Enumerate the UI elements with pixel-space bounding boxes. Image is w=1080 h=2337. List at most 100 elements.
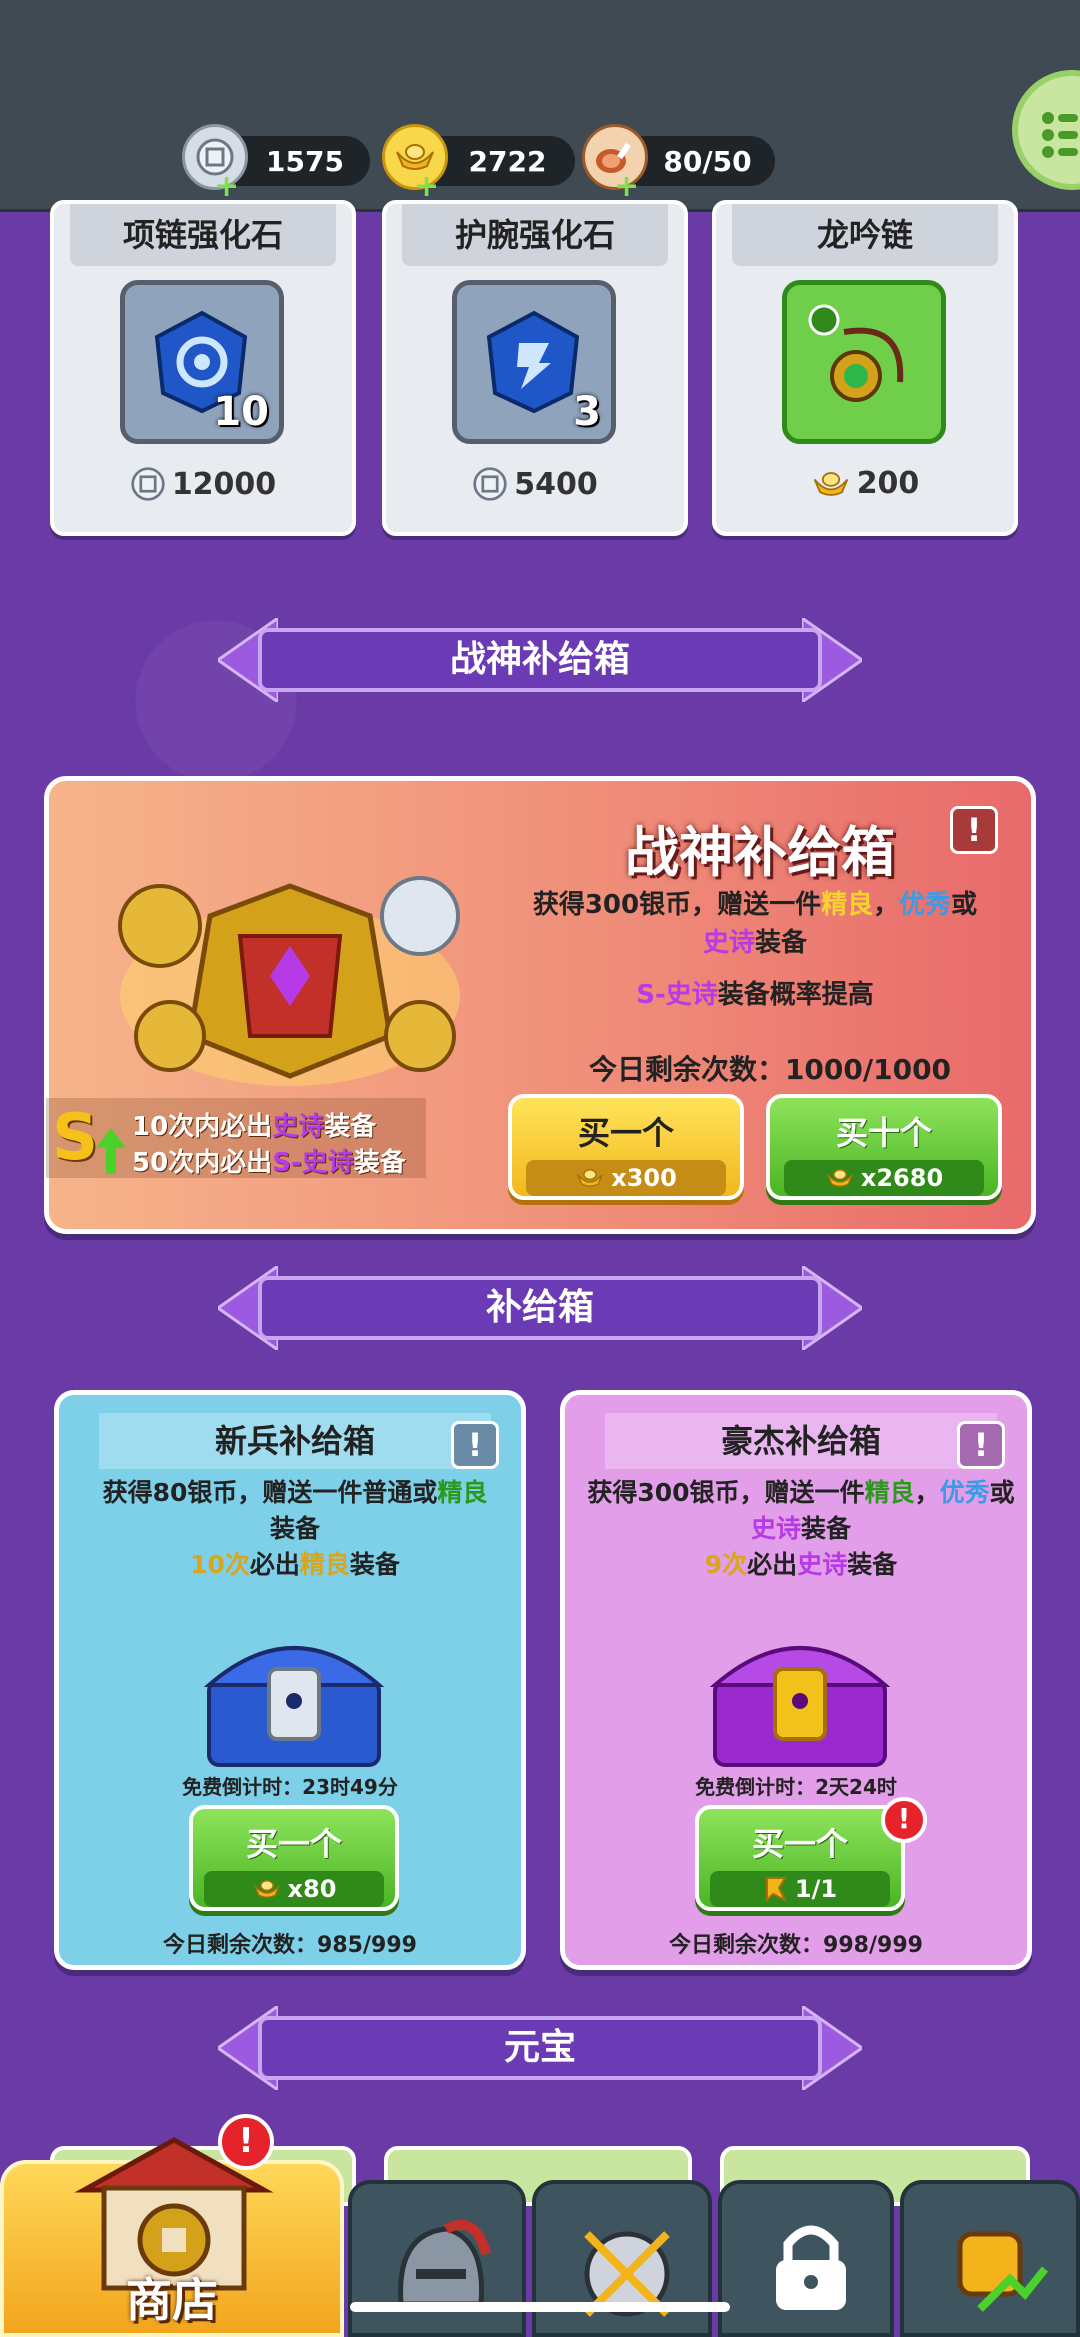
lock-icon xyxy=(776,2225,846,2310)
item-title: 护腕强化石 xyxy=(402,204,668,266)
info-button[interactable]: ! xyxy=(957,1421,1005,1469)
item-count: 10 xyxy=(213,389,269,435)
cost-value: x300 xyxy=(611,1164,677,1192)
section-banner-ingot: 元宝 xyxy=(218,2006,862,2090)
section-title: 战神补给箱 xyxy=(258,628,822,692)
cost-value: x2680 xyxy=(860,1164,944,1192)
free-timer: 免费倒计时：23时49分 xyxy=(182,1775,398,1799)
gold-amount: 2722 xyxy=(468,144,547,178)
nav-hero[interactable] xyxy=(348,2180,526,2337)
guar-hl: 史诗 xyxy=(797,1550,848,1579)
guar-mid: 必出 xyxy=(747,1550,798,1579)
g-text: 10次内必出 xyxy=(132,1112,273,1142)
buy-cost: x80 xyxy=(204,1871,384,1907)
cost-value: 1/1 xyxy=(794,1875,838,1903)
price-value: 200 xyxy=(856,466,920,501)
buy-one-button[interactable]: 买一个 x300 xyxy=(508,1094,744,1200)
guar-post: 装备 xyxy=(349,1550,400,1579)
cost-value: x80 xyxy=(287,1875,337,1903)
sup-title: 豪杰补给箱 xyxy=(605,1413,997,1469)
add-gold-button[interactable]: + xyxy=(414,172,439,202)
silver-coin-icon xyxy=(473,467,507,501)
rarity-epic: 史诗 xyxy=(702,928,755,958)
item-title: 项链强化石 xyxy=(70,204,336,266)
item-card-bracer-stone[interactable]: 护腕强化石 3 5400 xyxy=(382,200,688,536)
info-button[interactable]: ! xyxy=(950,806,998,854)
free-timer: 免费倒计时：2天24时 xyxy=(695,1775,897,1799)
item-card-dragon-chain[interactable]: 龙吟链 200 xyxy=(712,200,1018,536)
s-rank-icon: S xyxy=(52,1101,99,1175)
nav-battle[interactable] xyxy=(532,2180,712,2337)
gold-ingot-icon xyxy=(577,1169,604,1187)
g-hl: S-史诗 xyxy=(272,1148,354,1178)
rarity-s-epic: S-史诗 xyxy=(636,980,718,1010)
section-title: 元宝 xyxy=(258,2016,822,2080)
rarity-excellent: 优秀 xyxy=(899,890,952,920)
item-price[interactable]: 12000 xyxy=(54,466,352,502)
buy-label: 买十个 xyxy=(835,1114,932,1152)
buy-hero-button[interactable]: 买一个 1/1 xyxy=(695,1805,905,1911)
buy-cost: x2680 xyxy=(784,1160,984,1196)
section-banner-supply: 补给箱 xyxy=(218,1266,862,1350)
gold-ingot-icon xyxy=(253,1880,280,1898)
section-banner-war-god: 战神补给箱 xyxy=(218,618,862,702)
guar-count: 9次 xyxy=(704,1550,748,1579)
desc-text: 获得300银币，赠送一件 xyxy=(532,890,822,920)
g-text: 50次内必出 xyxy=(132,1148,273,1178)
arrow-up-icon xyxy=(96,1128,126,1174)
fist-upgrade-icon xyxy=(957,2231,1049,2312)
item-title: 龙吟链 xyxy=(732,204,998,266)
remaining-count: 今日剩余次数：985/999 xyxy=(163,1933,417,1958)
blue-gem-icon: 3 xyxy=(452,280,616,444)
price-value: 5400 xyxy=(514,466,598,502)
gold-ingot-icon xyxy=(826,1169,853,1187)
gold-ingot-icon xyxy=(813,471,848,496)
desc-text: 获得300银币，赠送一件 xyxy=(587,1478,865,1507)
item-card-necklace-stone[interactable]: 项链强化石 10 12000 xyxy=(50,200,356,536)
add-silver-button[interactable]: + xyxy=(214,172,239,202)
war-box-remaining: 今日剩余次数：1000/1000 xyxy=(588,1053,952,1086)
buy-label: 买一个 xyxy=(577,1114,674,1152)
desc-sep: ， xyxy=(873,890,900,920)
hero-supply-card: 豪杰补给箱 ! 获得300银币，赠送一件精良，优秀或史诗装备 9次必出史诗装备 … xyxy=(560,1390,1032,1970)
nav-locked[interactable] xyxy=(718,2180,894,2337)
ticket-icon xyxy=(765,1877,788,1902)
desc-end: 装备 xyxy=(801,1514,852,1543)
guar-count: 10次 xyxy=(190,1550,250,1579)
buy-label: 买一个 xyxy=(245,1825,342,1863)
desc-sep: ， xyxy=(914,1478,940,1507)
add-stamina-button[interactable]: + xyxy=(614,172,639,202)
nav-shop[interactable]: 商店 xyxy=(0,2137,344,2337)
shop-alert-badge: ! xyxy=(218,2114,274,2170)
war-box-title: 战神补给箱 xyxy=(625,821,895,884)
sup-desc: 获得300银币，赠送一件精良，优秀或史诗装备 9次必出史诗装备 xyxy=(575,1475,1027,1583)
buy-ten-button[interactable]: 买十个 x2680 xyxy=(766,1094,1002,1200)
blue-gem-icon: 10 xyxy=(120,280,284,444)
silver-coin-icon xyxy=(131,467,165,501)
info-button[interactable]: ! xyxy=(451,1421,499,1469)
item-price[interactable]: 200 xyxy=(716,466,1014,501)
rarity-excellent: 优秀 xyxy=(939,1478,990,1507)
remaining-count: 今日剩余次数：998/999 xyxy=(669,1933,923,1958)
sup-title: 新兵补给箱 xyxy=(99,1413,491,1469)
nav-shop-label: 商店 xyxy=(126,2273,218,2327)
section-title: 补给箱 xyxy=(258,1276,822,1340)
guar-mid: 必出 xyxy=(249,1550,300,1579)
buy-recruit-button[interactable]: 买一个 x80 xyxy=(189,1805,399,1911)
nav-upgrade[interactable] xyxy=(900,2180,1080,2337)
item-count: 3 xyxy=(573,389,601,435)
buy-cost: 1/1 xyxy=(710,1871,890,1907)
item-price[interactable]: 5400 xyxy=(386,466,684,502)
rarity-epic: 史诗 xyxy=(750,1514,801,1543)
price-value: 12000 xyxy=(171,466,277,502)
desc-text: 获得80银币，赠送一件普通或 xyxy=(102,1478,438,1507)
desc-or: 或 xyxy=(951,890,978,920)
golden-armor-image xyxy=(118,876,460,1086)
guarantee-s-epic: 50次内必出S-史诗装备 xyxy=(132,1142,406,1179)
necklace-icon xyxy=(782,280,946,444)
guar-hl: 精良 xyxy=(299,1550,350,1579)
guar-post: 装备 xyxy=(847,1550,898,1579)
silver-amount: 1575 xyxy=(266,144,344,178)
home-indicator[interactable] xyxy=(350,2302,730,2312)
sup-desc: 获得80银币，赠送一件普通或精良 装备 10次必出精良装备 xyxy=(69,1475,521,1583)
